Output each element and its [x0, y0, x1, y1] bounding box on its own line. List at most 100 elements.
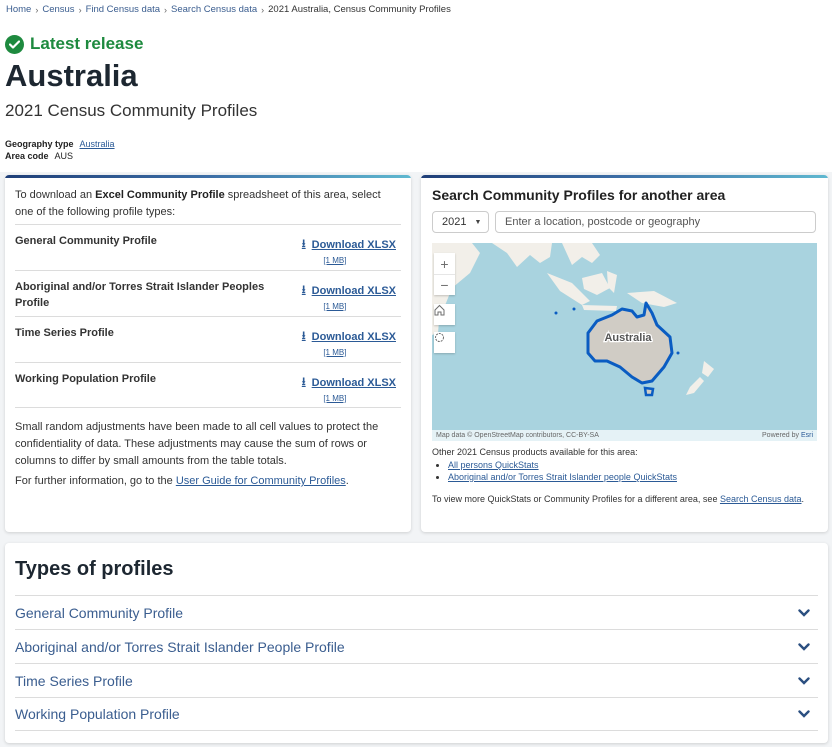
further-text: For further information, go to the	[15, 475, 176, 487]
area-meta: Geography type Australia Area code AUS	[5, 138, 115, 162]
area-code-row: Area code AUS	[5, 150, 115, 162]
aboriginal-quickstats-link[interactable]: Aboriginal and/or Torres Strait Islander…	[448, 471, 677, 483]
year-select[interactable]: 2021 ▼	[432, 211, 489, 233]
view-more-suffix: .	[801, 494, 805, 504]
profile-download-row: Aboriginal and/or Torres Strait Islander…	[15, 270, 401, 316]
year-select-value: 2021	[442, 216, 467, 228]
breadcrumb-separator-icon: ›	[164, 4, 168, 15]
bullet-icon	[436, 463, 439, 467]
land-asia-south	[492, 243, 552, 267]
download-icon: ⭳	[301, 376, 306, 388]
page-header: Home › Census › Find Census data › Searc…	[0, 0, 832, 172]
map-attribution: Map data © OpenStreetMap contributors, C…	[432, 430, 817, 441]
land-nz-north	[702, 361, 714, 377]
card-accent-bar	[421, 175, 828, 178]
locate-button[interactable]	[434, 332, 455, 353]
download-xlsx-link[interactable]: ⭳ Download XLSX	[302, 281, 396, 300]
accordion-item-aboriginal[interactable]: Aboriginal and/or Torres Strait Islander…	[15, 629, 818, 663]
accordion-item-time-series[interactable]: Time Series Profile	[15, 663, 818, 697]
file-size: [1 MB]	[302, 394, 368, 403]
attribution-text: Map data © OpenStreetMap contributors, C…	[436, 432, 599, 439]
land-sulawesi	[607, 271, 617, 293]
types-of-profiles-card: Types of profiles General Community Prof…	[5, 543, 828, 743]
chevron-down-icon	[798, 710, 810, 718]
accordion-label: Working Population Profile	[15, 706, 180, 722]
view-more-prefix: To view more QuickStats or Community Pro…	[432, 494, 720, 504]
profile-name: Aboriginal and/or Torres Strait Islander…	[15, 281, 265, 309]
breadcrumb-search-census-data[interactable]: Search Census data	[171, 4, 257, 15]
file-size-link[interactable]: [1 MB]	[323, 394, 346, 403]
profile-types-accordion: General Community Profile Aboriginal and…	[15, 595, 818, 731]
breadcrumb-home[interactable]: Home	[6, 4, 31, 15]
geography-type-link[interactable]: Australia	[80, 139, 115, 149]
further-info: For further information, go to the User …	[15, 473, 407, 490]
intro-text: To download an	[15, 189, 96, 201]
island-christmas	[554, 311, 558, 315]
download-label: Download XLSX	[311, 376, 396, 389]
island-norfolk	[676, 351, 680, 355]
download-intro: To download an Excel Community Profile s…	[15, 187, 400, 221]
file-size: [1 MB]	[302, 302, 368, 311]
confidentiality-disclaimer: Small random adjustments have been made …	[15, 421, 379, 467]
zoom-out-button[interactable]: −	[434, 274, 455, 295]
land-java	[582, 305, 617, 311]
powered-by: Powered by Esri	[762, 432, 813, 439]
home-button[interactable]	[434, 304, 455, 325]
chevron-down-icon	[798, 642, 810, 651]
search-profiles-card: Search Community Profiles for another ar…	[421, 175, 828, 532]
zoom-controls: + −	[434, 253, 455, 295]
breadcrumb-census[interactable]: Census	[42, 4, 74, 15]
download-xlsx-link[interactable]: ⭳ Download XLSX	[302, 235, 396, 254]
latest-release-label: Latest release	[30, 34, 144, 53]
download-group: ⭳ Download XLSX [1 MB]	[302, 235, 396, 265]
powered-by-text: Powered by	[762, 432, 801, 439]
download-group: ⭳ Download XLSX [1 MB]	[302, 373, 396, 403]
download-profiles-card: To download an Excel Community Profile s…	[5, 175, 411, 532]
accordion-item-working-population[interactable]: Working Population Profile	[15, 697, 818, 731]
file-size-link[interactable]: [1 MB]	[323, 348, 346, 357]
download-xlsx-link[interactable]: ⭳ Download XLSX	[302, 327, 396, 346]
esri-link[interactable]: Esri	[801, 432, 813, 439]
profile-download-list: General Community Profile ⭳ Download XLSX…	[15, 224, 401, 408]
zoom-in-button[interactable]: +	[434, 253, 455, 274]
land-nz-south	[686, 377, 704, 395]
profile-name: Working Population Profile	[15, 373, 156, 385]
download-label: Download XLSX	[311, 330, 396, 343]
search-census-data-link[interactable]: Search Census data	[720, 494, 802, 504]
locate-icon	[435, 333, 444, 342]
caret-down-icon: ▼	[474, 218, 482, 226]
view-more-text: To view more QuickStats or Community Pro…	[432, 493, 812, 506]
download-icon: ⭳	[301, 330, 306, 342]
all-persons-quickstats-link[interactable]: All persons QuickStats	[448, 459, 539, 471]
breadcrumb-find-census-data[interactable]: Find Census data	[86, 4, 160, 15]
file-size-link[interactable]: [1 MB]	[323, 256, 346, 265]
area-map[interactable]: Australia + − Map data © OpenStreetMap c…	[432, 243, 817, 441]
locate-control	[434, 332, 455, 353]
download-xlsx-link[interactable]: ⭳ Download XLSX	[302, 373, 396, 392]
other-product-item: All persons QuickStats	[432, 459, 677, 471]
breadcrumb-separator-icon: ›	[261, 4, 265, 15]
land-asia-east	[562, 243, 600, 265]
other-products-list: All persons QuickStats Aboriginal and/or…	[432, 459, 677, 483]
location-search-input[interactable]	[495, 211, 816, 233]
download-icon: ⭳	[301, 284, 306, 296]
file-size: [1 MB]	[302, 348, 368, 357]
land-tasmania	[643, 386, 655, 397]
land-borneo	[582, 273, 610, 295]
page-title: Australia	[5, 58, 138, 93]
file-size-link[interactable]: [1 MB]	[323, 302, 346, 311]
profile-download-row: General Community Profile ⭳ Download XLSX…	[15, 224, 401, 270]
breadcrumb-separator-icon: ›	[78, 4, 82, 15]
area-code-value: AUS	[54, 151, 74, 161]
geography-type-row: Geography type Australia	[5, 138, 115, 150]
download-label: Download XLSX	[311, 238, 396, 251]
other-product-item: Aboriginal and/or Torres Strait Islander…	[432, 471, 677, 483]
profile-name: General Community Profile	[15, 235, 157, 247]
user-guide-link[interactable]: User Guide for Community Profiles	[176, 475, 346, 487]
breadcrumb-current: 2021 Australia, Census Community Profile…	[268, 4, 451, 15]
accordion-item-general-community[interactable]: General Community Profile	[15, 595, 818, 629]
latest-release-badge: Latest release	[5, 34, 143, 54]
search-card-title: Search Community Profiles for another ar…	[432, 187, 726, 203]
page-subtitle: 2021 Census Community Profiles	[5, 101, 258, 120]
area-code-label: Area code	[5, 151, 49, 161]
